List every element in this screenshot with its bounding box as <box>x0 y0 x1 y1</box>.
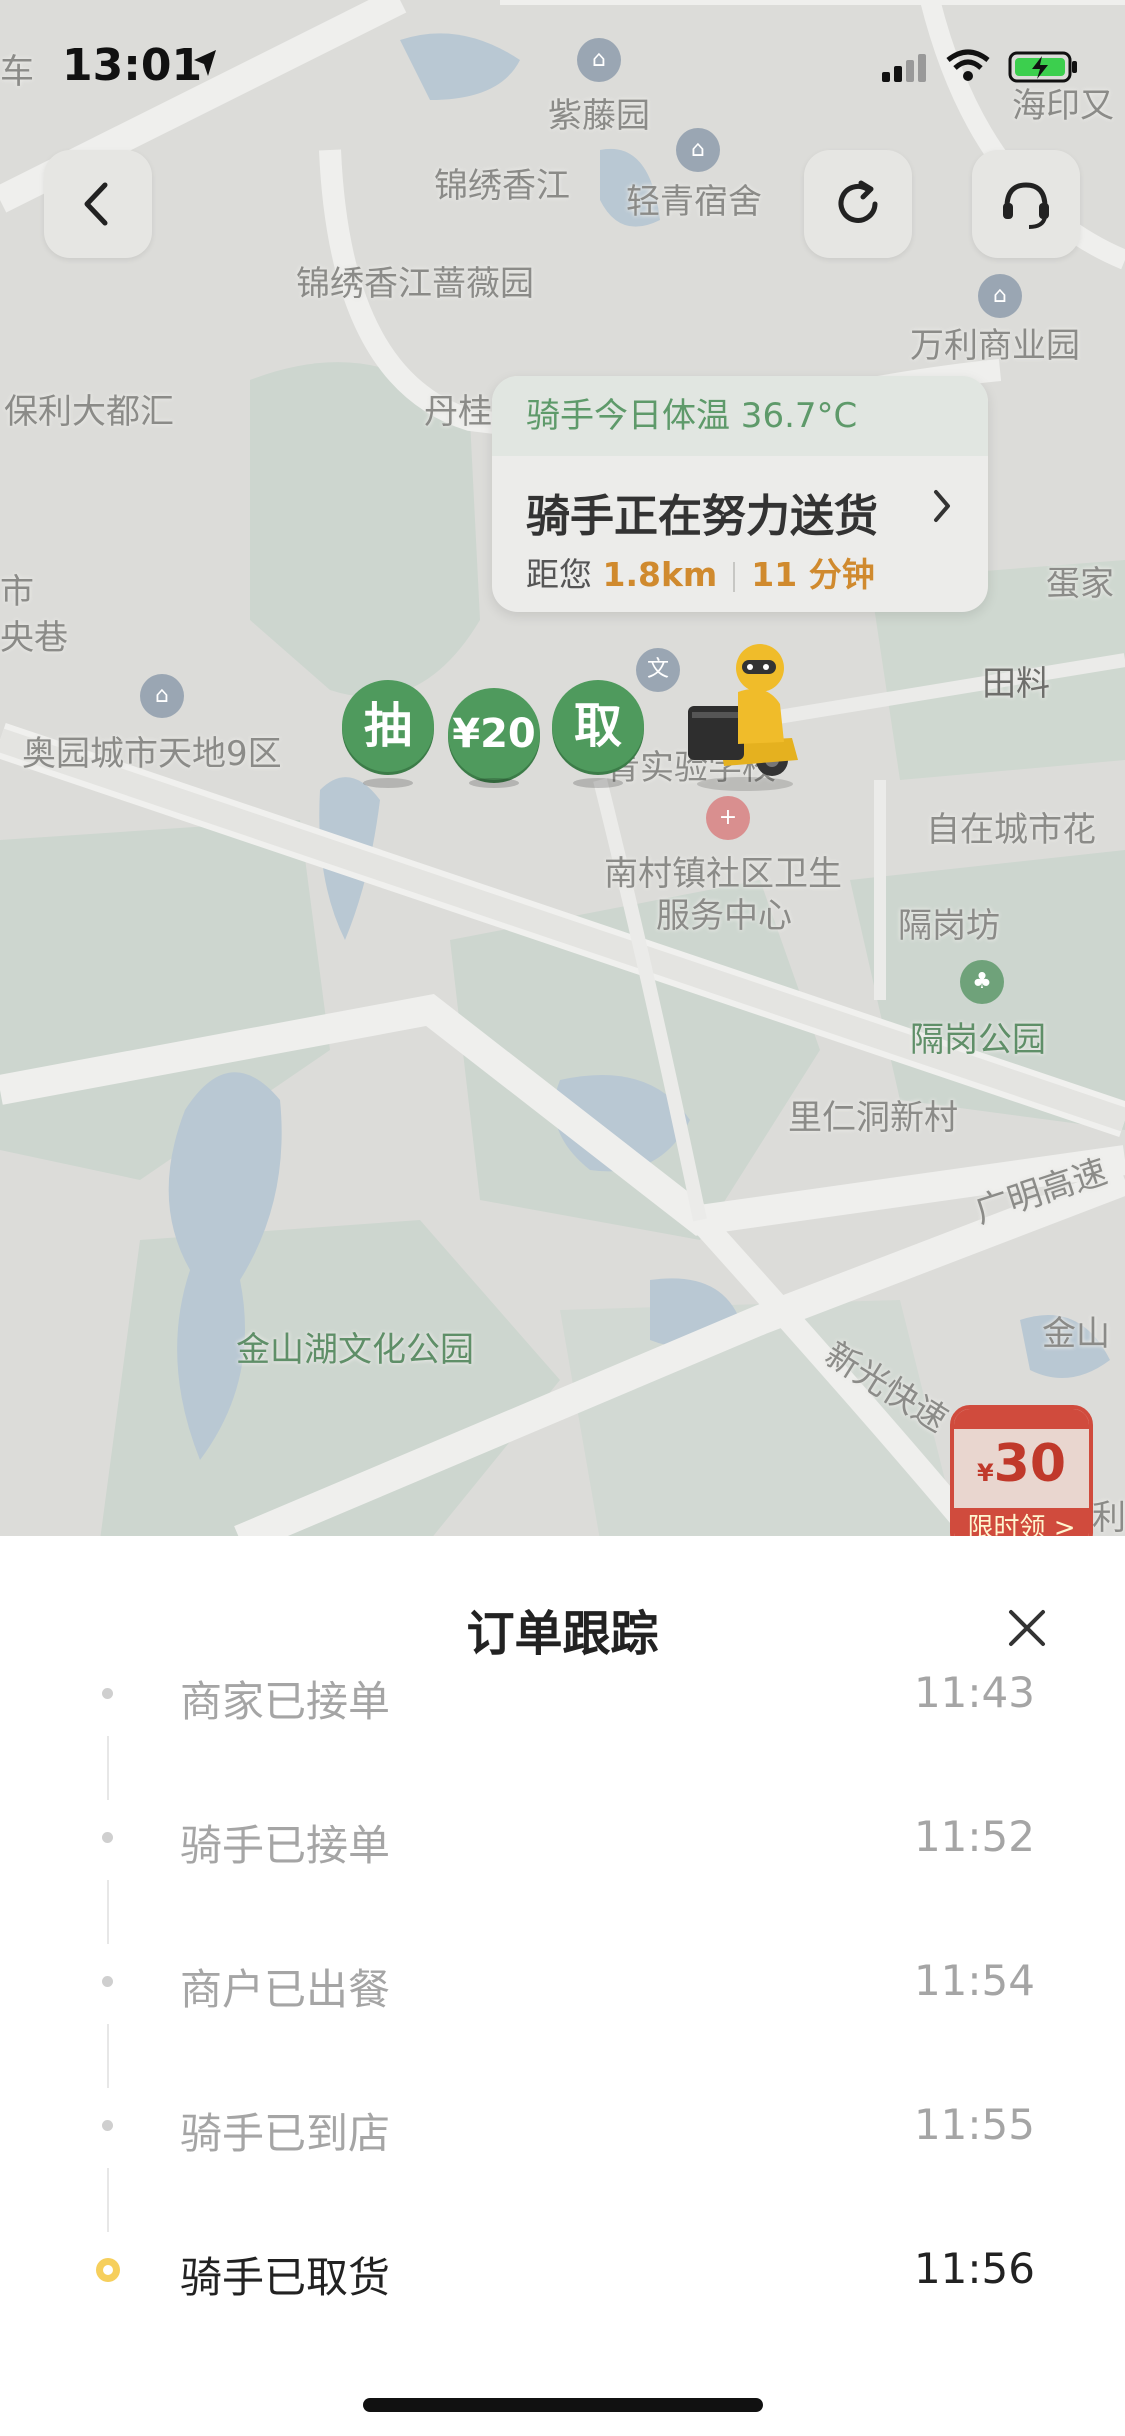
timeline-label: 骑手已接单 <box>180 1821 391 1870</box>
coupon-promo[interactable]: ¥30 限时领 > <box>950 1405 1093 1540</box>
home-indicator[interactable] <box>363 2398 763 2412</box>
building-icon: ⌂ <box>676 128 720 172</box>
map-label-aoyuan: 奥园城市天地9区 <box>22 734 282 774</box>
timeline-time: 11:54 <box>913 1956 1035 2005</box>
location-arrow-icon <box>194 50 216 76</box>
refresh-icon <box>838 180 878 223</box>
pickup-badge[interactable]: 取 <box>552 680 644 772</box>
building-icon: ⌂ <box>978 274 1022 318</box>
map-label-gegang-park: 隔岗公园 <box>910 1020 1046 1060</box>
badge-shadow <box>573 778 623 788</box>
timeline-time: 11:56 <box>913 2244 1035 2293</box>
promo-amount: ¥30 <box>976 1434 1067 1494</box>
distance-value: 1.8km <box>602 555 718 594</box>
timeline-connector <box>107 1880 109 1944</box>
school-icon: 文 <box>636 648 680 692</box>
chevron-left-icon <box>84 182 108 226</box>
order-timeline: 商家已接单 11:43 骑手已接单 11:52 商户已出餐 11:54 骑手已到… <box>0 1656 1125 2346</box>
timeline-connector <box>107 2024 109 2088</box>
timeline-dot-active <box>96 2258 120 2282</box>
headset-icon <box>1003 182 1049 229</box>
order-tracking-sheet: 订单跟踪 商家已接单 11:43 骑手已接单 11:52 商户已出餐 11:54… <box>0 1536 1125 2436</box>
map-label-tianliao: 田料 <box>982 664 1050 704</box>
rider-scooter-icon <box>688 644 798 791</box>
badge-shadow <box>363 778 413 788</box>
refresh-button[interactable] <box>804 150 912 258</box>
map-label-lirendong: 里仁洞新村 <box>788 1098 958 1138</box>
map-label-gegangfang: 隔岗坊 <box>898 906 1000 946</box>
promo-top-strip <box>954 1409 1089 1429</box>
timeline-label: 骑手已取货 <box>180 2253 391 2302</box>
rider-status-card[interactable]: 骑手今日体温 36.7°C 骑手正在努力送货 距您 1.8km 11 分钟 <box>492 376 988 612</box>
map-label-wanli: 万利商业园 <box>910 326 1080 366</box>
building-icon: ⌂ <box>140 674 184 718</box>
eta-value: 11 分钟 <box>751 555 875 594</box>
rider-temperature: 骑手今日体温 36.7°C <box>492 376 988 456</box>
map-label-zizai: 自在城市花 <box>926 810 1096 850</box>
badge-shadow <box>469 778 519 788</box>
map-label-jinxiu-xiangjiang: 锦绣香江 <box>434 166 570 206</box>
customer-service-button[interactable] <box>972 150 1080 258</box>
timeline-item: 骑手已到店 11:55 <box>0 2088 1125 2168</box>
lottery-badge[interactable]: 抽 <box>342 680 434 772</box>
timeline-time: 11:52 <box>913 1812 1035 1861</box>
timeline-item: 商户已出餐 11:54 <box>0 1944 1125 2024</box>
hospital-icon: + <box>706 796 750 840</box>
map-label-jia: 蛋家 <box>1046 564 1114 604</box>
timeline-time: 11:43 <box>913 1668 1035 1717</box>
close-icon[interactable] <box>1005 1606 1049 1650</box>
back-button[interactable] <box>44 150 152 258</box>
map-label-jinshan: 金山 <box>1042 1314 1110 1354</box>
timeline-connector <box>107 2168 109 2232</box>
map-view[interactable]: ⌂ ⌂ ⌂ ⌂ 文 + ♣ 车 紫藤园 海印又 锦绣香江 轻青宿舍 锦绣香江蔷薇… <box>0 0 1125 1540</box>
sheet-title: 订单跟踪 <box>466 1606 659 1662</box>
status-time: 13:01 <box>62 40 203 91</box>
delivery-distance-eta: 距您 1.8km 11 分钟 <box>526 548 875 596</box>
coupon-badge[interactable]: ¥20 <box>448 688 540 780</box>
timeline-label: 商家已接单 <box>180 1677 391 1726</box>
map-label-shi: 市 <box>0 572 34 612</box>
status-bar: 13:01 <box>0 0 1125 130</box>
map-label-jinxiu-qiangwei: 锦绣香江蔷薇园 <box>296 264 534 304</box>
map-label-dangui: 丹桂 <box>424 392 492 432</box>
chevron-right-icon <box>934 490 950 522</box>
map-label-jinshanhu: 金山湖文化公园 <box>236 1330 474 1370</box>
divider <box>733 561 736 592</box>
map-label-baoli: 保利大都汇 <box>4 392 174 432</box>
timeline-dot <box>102 1688 113 1699</box>
cellular-signal-icon <box>882 54 926 82</box>
timeline-dot <box>102 1832 113 1843</box>
battery-icon <box>1008 51 1077 83</box>
timeline-item: 商家已接单 11:43 <box>0 1656 1125 1736</box>
map-label-yangxiang: 央巷 <box>0 618 68 658</box>
timeline-time: 11:55 <box>913 2100 1035 2149</box>
timeline-dot <box>102 2120 113 2131</box>
map-label-qingqing-sushe: 轻青宿舍 <box>626 182 762 222</box>
wifi-icon <box>946 49 990 81</box>
timeline-connector <box>107 1736 109 1800</box>
rider-status-title: 骑手正在努力送货 <box>526 491 878 542</box>
timeline-label: 商户已出餐 <box>180 1965 391 2014</box>
distance-prefix: 距您 <box>526 555 592 594</box>
timeline-item: 骑手已接单 11:52 <box>0 1800 1125 1880</box>
map-label-li: 利 <box>1092 1498 1125 1538</box>
timeline-label: 骑手已到店 <box>180 2109 391 2158</box>
timeline-item-current: 骑手已取货 11:56 <box>0 2232 1125 2312</box>
park-icon: ♣ <box>960 960 1004 1004</box>
timeline-dot <box>102 1976 113 1987</box>
map-label-fuwu: 服务中心 <box>656 896 792 936</box>
